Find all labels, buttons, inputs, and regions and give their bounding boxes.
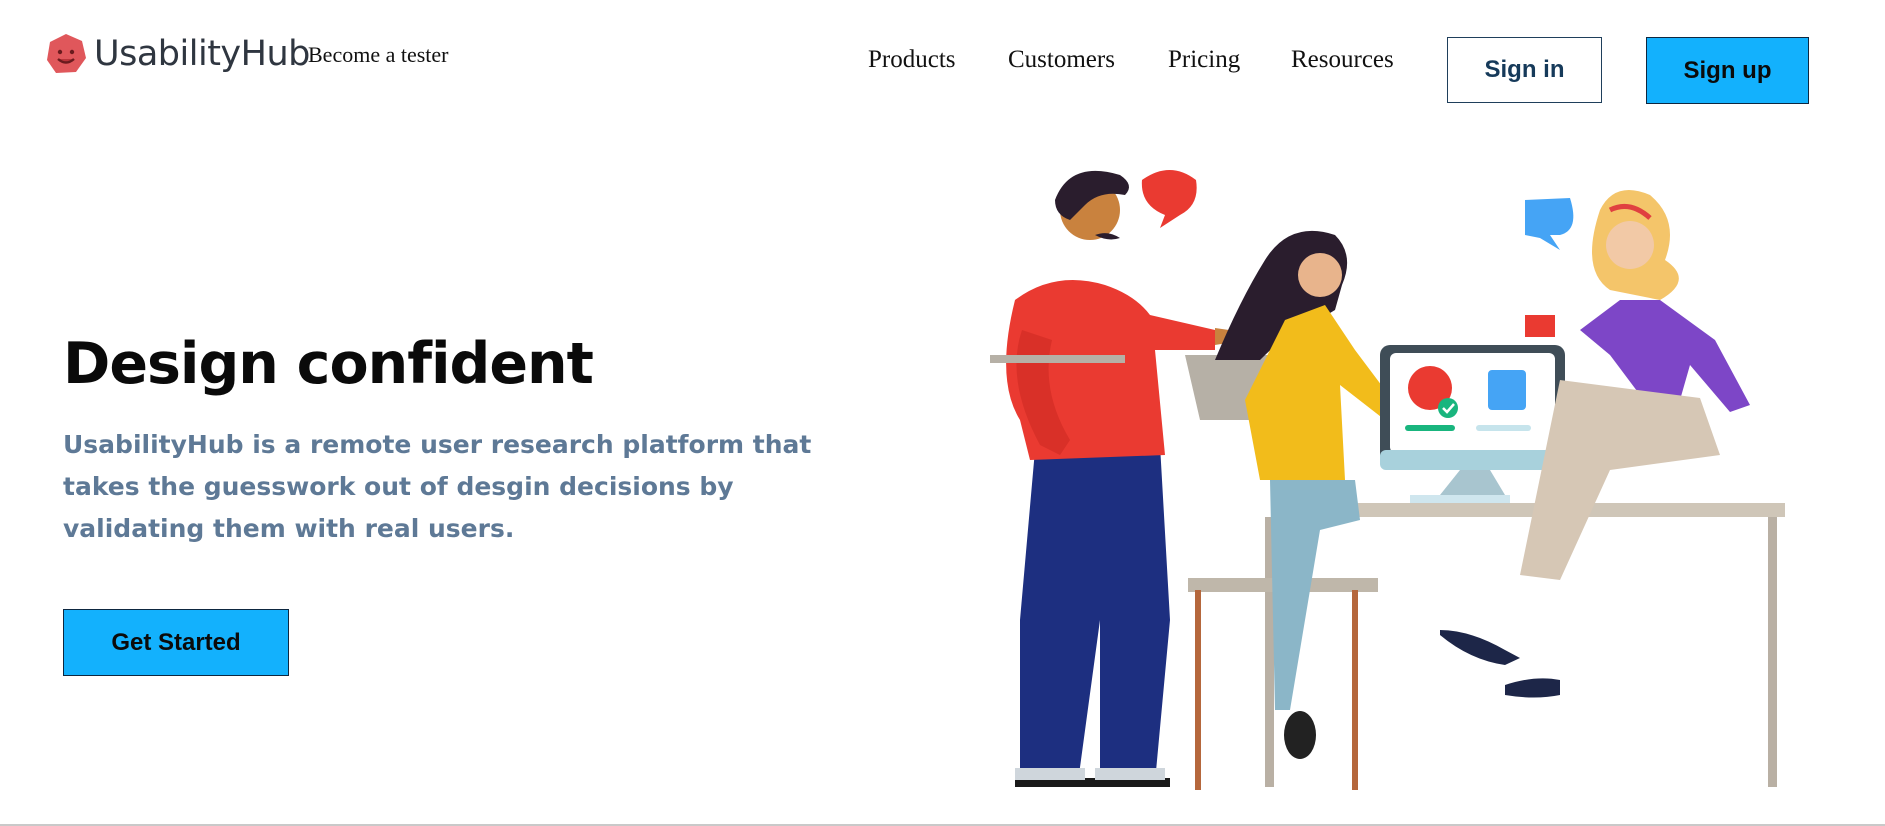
usabilityhub-face-icon xyxy=(47,34,86,73)
hero-description: UsabilityHub is a remote user research p… xyxy=(63,430,812,543)
sign-in-button[interactable]: Sign in xyxy=(1447,37,1602,103)
man-illustration xyxy=(1006,170,1250,787)
sign-up-button[interactable]: Sign up xyxy=(1646,37,1809,104)
check-icon xyxy=(1438,398,1458,418)
desk-illustration xyxy=(1265,503,1785,787)
hero-title: Design confident xyxy=(63,331,594,397)
become-tester-link[interactable]: Become a tester xyxy=(308,42,449,68)
hero-illustration xyxy=(990,170,1785,790)
nav-products[interactable]: Products xyxy=(868,46,956,74)
nav-resources[interactable]: Resources xyxy=(1291,46,1394,74)
get-started-button[interactable]: Get Started xyxy=(63,609,289,676)
nav-customers[interactable]: Customers xyxy=(1008,46,1115,74)
nav-pricing[interactable]: Pricing xyxy=(1168,46,1240,74)
computer-illustration xyxy=(1380,345,1565,503)
brand-name: UsabilityHub xyxy=(94,33,310,74)
logo-link[interactable]: UsabilityHub xyxy=(44,32,310,76)
